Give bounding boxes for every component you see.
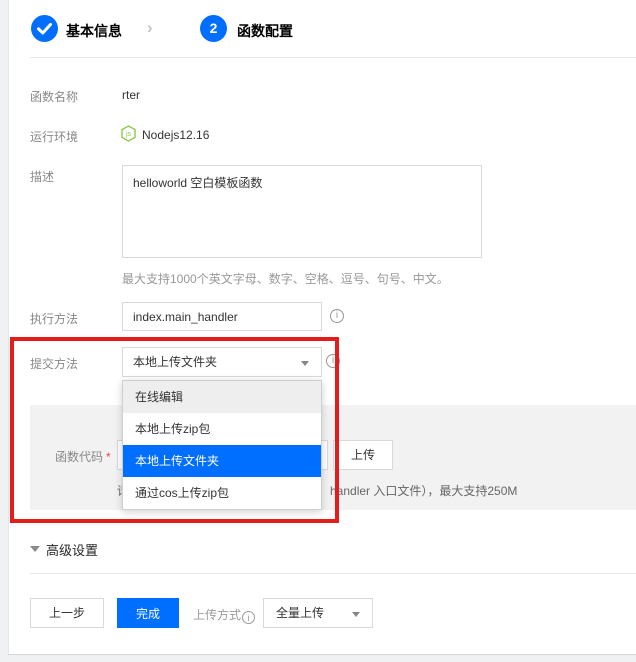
runtime-value: Nodejs12.16 <box>142 128 209 142</box>
content-panel <box>8 0 636 655</box>
upload-mode-label: 上传方式i <box>193 606 255 624</box>
description-hint: 最大支持1000个英文字母、数字、空格、逗号、句号、中文。 <box>122 270 449 287</box>
upload-button[interactable]: 上传 <box>333 440 393 470</box>
step1-done-circle[interactable] <box>31 15 58 42</box>
finish-button[interactable]: 完成 <box>117 598 179 628</box>
upload-mode-caret-icon <box>352 612 360 617</box>
dropdown-option-local-zip[interactable]: 本地上传zip包 <box>123 413 321 445</box>
runtime-label: 运行环境 <box>30 128 78 145</box>
step2-circle: 2 <box>200 15 227 42</box>
handler-input[interactable] <box>122 302 322 331</box>
upload-mode-select[interactable]: 全量上传 <box>263 598 373 628</box>
previous-step-button[interactable]: 上一步 <box>30 598 104 628</box>
upload-mode-value: 全量上传 <box>276 606 324 620</box>
check-icon <box>31 15 58 42</box>
submit-method-select[interactable]: 本地上传文件夹 <box>122 347 322 377</box>
submit-method-value: 本地上传文件夹 <box>133 355 217 369</box>
function-code-label: 函数代码* <box>55 448 111 465</box>
step1-label[interactable]: 基本信息 <box>66 21 122 41</box>
dropdown-option-local-folder[interactable]: 本地上传文件夹 <box>123 445 321 477</box>
handler-info-icon[interactable]: i <box>330 309 344 323</box>
dropdown-option-online-edit[interactable]: 在线编辑 <box>123 381 321 413</box>
submit-method-label: 提交方法 <box>30 355 78 372</box>
upload-mode-info-icon[interactable]: i <box>242 611 255 624</box>
description-label: 描述 <box>30 168 54 185</box>
code-hint-visible-fragment: handler 入口文件），最大支持250M <box>330 482 517 499</box>
step2-label: 函数配置 <box>237 21 293 41</box>
function-name-value: rter <box>122 88 140 102</box>
header-divider <box>30 57 636 58</box>
handler-label: 执行方法 <box>30 310 78 327</box>
select-caret-icon <box>301 361 309 366</box>
description-textarea[interactable]: helloworld 空白模板函数 <box>122 165 482 258</box>
required-asterisk: * <box>106 450 111 464</box>
function-config-page: 基本信息 › 2 函数配置 函数名称 rter 运行环境 js Nodejs12… <box>0 0 636 662</box>
advanced-settings-triangle-icon <box>30 546 40 552</box>
nodejs-icon: js <box>120 125 137 142</box>
submit-method-dropdown-list: 在线编辑 本地上传zip包 本地上传文件夹 通过cos上传zip包 <box>122 380 322 510</box>
submit-method-info-icon[interactable]: i <box>326 354 340 368</box>
advanced-settings-toggle[interactable]: 高级设置 <box>46 540 98 559</box>
svg-text:js: js <box>125 131 132 138</box>
dropdown-option-cos-zip[interactable]: 通过cos上传zip包 <box>123 477 321 509</box>
step-separator-chevron-icon: › <box>147 18 153 38</box>
function-name-label: 函数名称 <box>30 88 78 105</box>
advanced-divider <box>30 573 636 574</box>
